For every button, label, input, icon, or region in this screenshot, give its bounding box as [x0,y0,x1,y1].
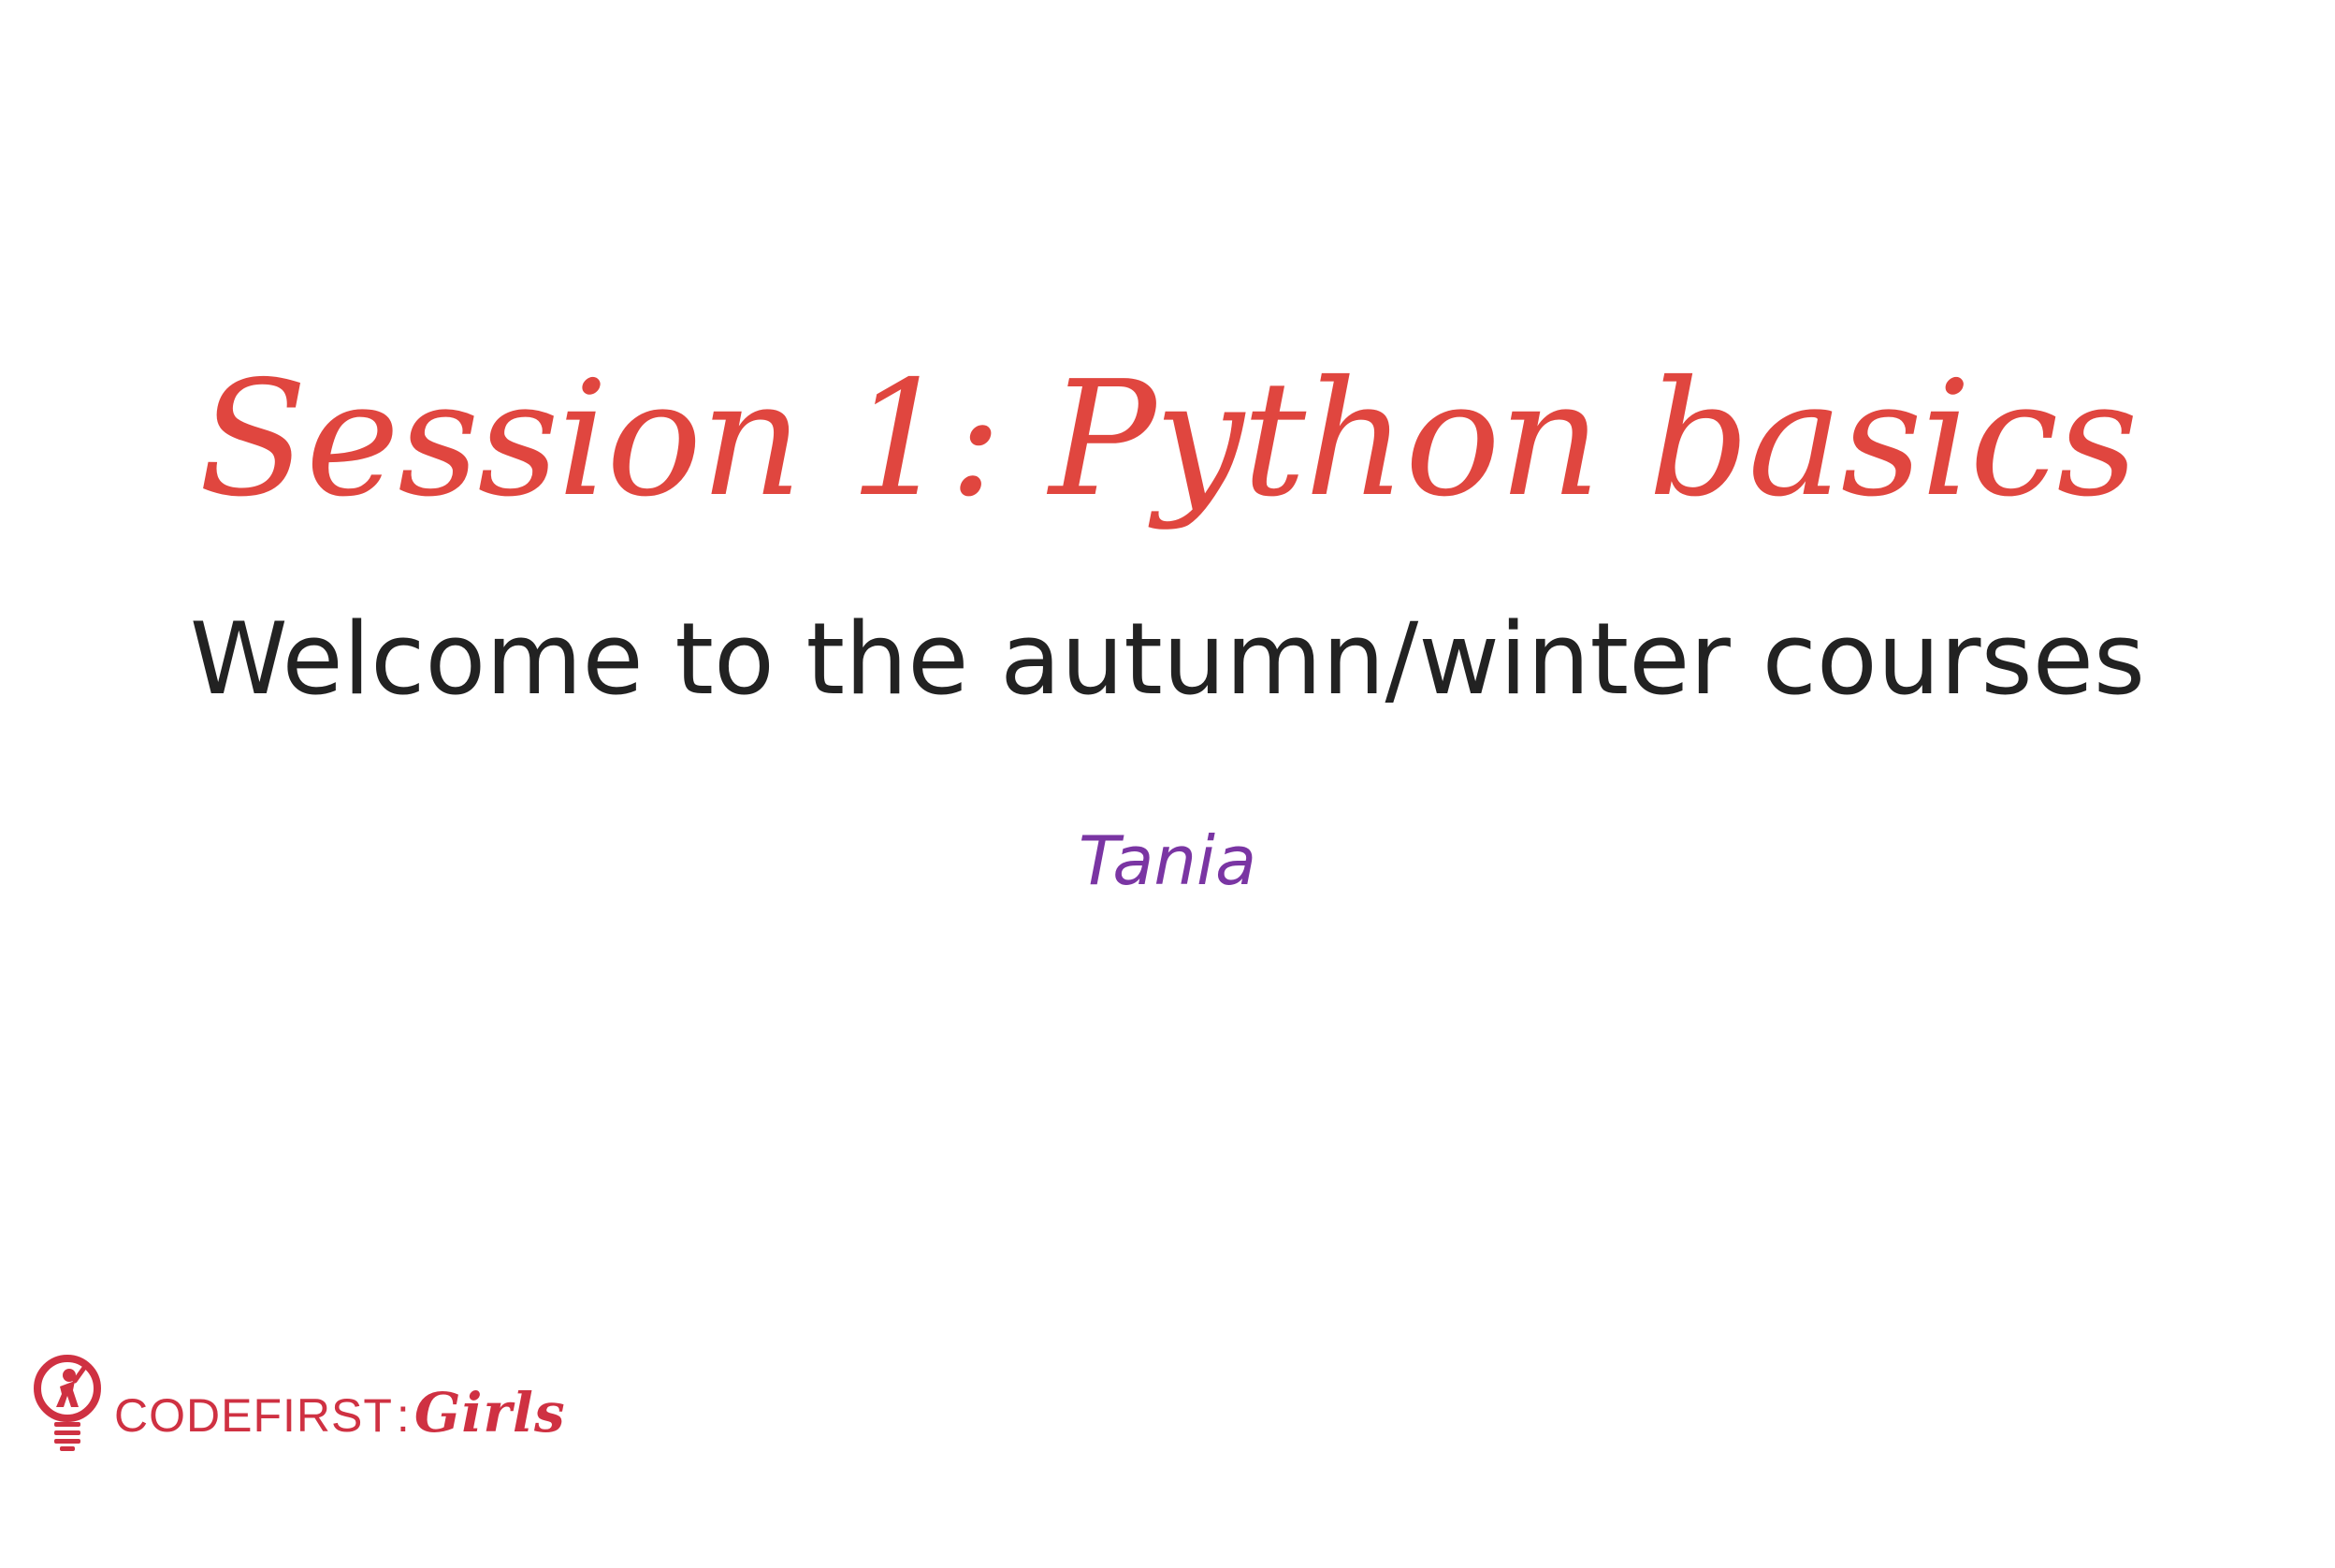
logo-wordmark: CODEFIRST : Girls [114,1381,566,1445]
slide-title: Session 1: Python basics [198,347,2139,532]
author-name: Tania [1078,821,1257,900]
logo-separator: : [396,1389,411,1442]
logo-girls: Girls [413,1381,566,1445]
codefirst-girls-logo: CODEFIRST : Girls [32,1353,566,1456]
lightbulb-person-icon [34,1355,101,1451]
slide-subtitle: Welcome to the autumn/winter courses [189,602,2146,717]
logo-codefirst: CODEFIRST [114,1389,393,1442]
slide: Session 1: Python basics Welcome to the … [0,0,2335,1568]
